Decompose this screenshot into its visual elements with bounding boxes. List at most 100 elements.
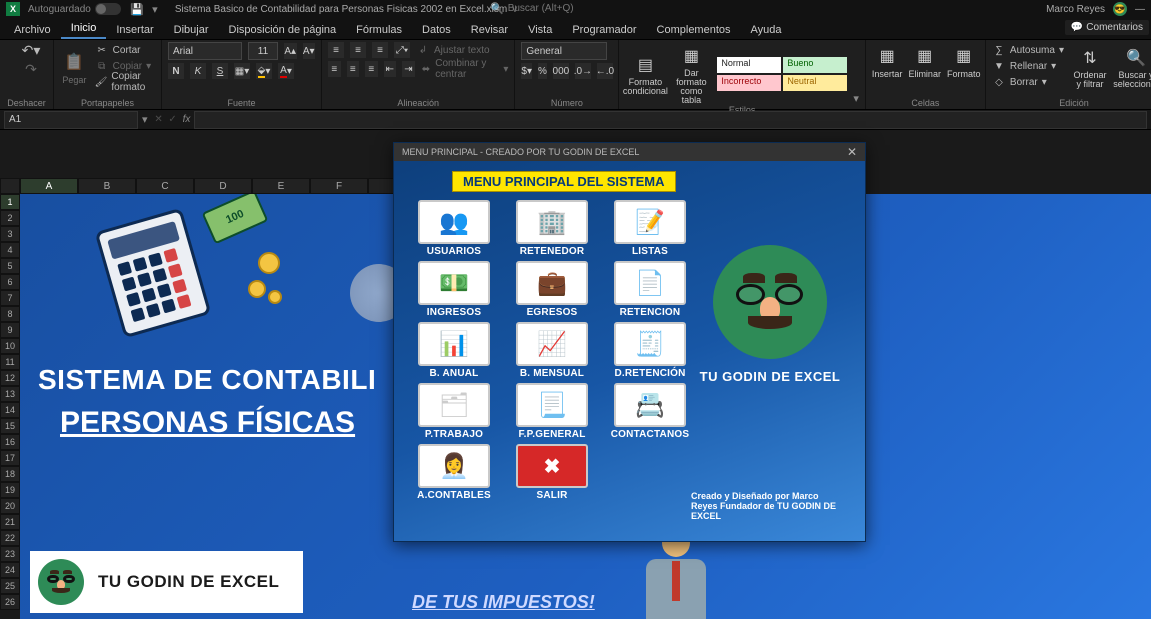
tab-inicio[interactable]: Inicio — [61, 19, 107, 39]
row-header[interactable]: 20 — [0, 498, 20, 514]
format-painter-button[interactable]: 🖌Copiar formato — [95, 74, 155, 90]
tab-insertar[interactable]: Insertar — [106, 21, 163, 39]
row-header[interactable]: 5 — [0, 258, 20, 274]
format-as-table-button[interactable]: ▦Dar formato como tabla — [671, 42, 711, 105]
format-cells-button[interactable]: ▦Formato — [947, 42, 981, 79]
menu-ingresos-button[interactable]: 💵 — [418, 261, 490, 305]
menu-listas-button[interactable]: 📝 — [614, 200, 686, 244]
fill-color-button[interactable]: ⬙▾ — [256, 63, 272, 79]
underline-button[interactable]: S — [212, 63, 228, 79]
decrease-font-icon[interactable]: A▾ — [303, 43, 316, 59]
bold-button[interactable]: N — [168, 63, 184, 79]
switch-icon[interactable] — [95, 3, 121, 15]
italic-button[interactable]: K — [190, 63, 206, 79]
align-top-icon[interactable]: ≡ — [328, 42, 344, 58]
menu-dretencion-button[interactable]: 🧾 — [614, 322, 686, 366]
name-box[interactable] — [4, 111, 138, 129]
row-header[interactable]: 17 — [0, 450, 20, 466]
menu-usuarios-button[interactable]: 👥 — [418, 200, 490, 244]
menu-ptrabajo-button[interactable]: 🗂 — [418, 383, 490, 427]
col-header[interactable]: E — [252, 178, 310, 194]
sort-filter-button[interactable]: ⇅Ordenar y filtrar — [1070, 44, 1110, 89]
formula-bar[interactable] — [194, 111, 1147, 129]
user-avatar-icon[interactable]: 😎 — [1113, 2, 1127, 16]
align-left-icon[interactable]: ≡ — [328, 61, 341, 77]
style-normal[interactable]: Normal — [717, 57, 781, 73]
col-header[interactable]: C — [136, 178, 194, 194]
tab-formulas[interactable]: Fórmulas — [346, 21, 412, 39]
col-header[interactable]: F — [310, 178, 368, 194]
style-incorrecto[interactable]: Incorrecto — [717, 75, 781, 91]
find-select-button[interactable]: 🔍Buscar y seleccionar — [1116, 44, 1151, 89]
row-header[interactable]: 21 — [0, 514, 20, 530]
row-header[interactable]: 26 — [0, 594, 20, 610]
row-header[interactable]: 15 — [0, 418, 20, 434]
tab-ayuda[interactable]: Ayuda — [741, 21, 792, 39]
insert-cells-button[interactable]: ▦Insertar — [872, 42, 903, 79]
col-header[interactable]: B — [78, 178, 136, 194]
menu-salir-button[interactable]: ✖ — [516, 444, 588, 488]
namebox-dropdown-icon[interactable]: ▾ — [138, 113, 152, 126]
col-header[interactable]: D — [194, 178, 252, 194]
dialog-title-bar[interactable]: MENU PRINCIPAL - CREADO POR TU GODIN DE … — [394, 143, 865, 161]
percent-icon[interactable]: % — [538, 63, 547, 79]
row-header[interactable]: 4 — [0, 242, 20, 258]
align-middle-icon[interactable]: ≡ — [350, 42, 366, 58]
row-header[interactable]: 13 — [0, 386, 20, 402]
tab-vista[interactable]: Vista — [518, 21, 562, 39]
tab-complementos[interactable]: Complementos — [647, 21, 741, 39]
increase-font-icon[interactable]: A▴ — [284, 43, 297, 59]
comments-button[interactable]: 💬 Comentarios — [1065, 20, 1149, 35]
currency-icon[interactable]: $▾ — [521, 63, 532, 79]
comma-icon[interactable]: 000 — [553, 63, 569, 79]
orientation-icon[interactable]: ⤢▾ — [394, 42, 410, 58]
row-header[interactable]: 25 — [0, 578, 20, 594]
inc-decimal-icon[interactable]: .0→ — [575, 63, 591, 79]
align-center-icon[interactable]: ≡ — [347, 61, 360, 77]
row-header[interactable]: 9 — [0, 322, 20, 338]
row-header[interactable]: 3 — [0, 226, 20, 242]
align-right-icon[interactable]: ≡ — [365, 61, 378, 77]
cancel-formula-icon[interactable]: ✕ — [152, 114, 166, 125]
row-header[interactable]: 6 — [0, 274, 20, 290]
number-format-select[interactable] — [521, 42, 607, 60]
row-header[interactable]: 24 — [0, 562, 20, 578]
row-header[interactable]: 19 — [0, 482, 20, 498]
row-header[interactable]: 2 — [0, 210, 20, 226]
menu-egresos-button[interactable]: 💼 — [516, 261, 588, 305]
align-bottom-icon[interactable]: ≡ — [372, 42, 388, 58]
indent-inc-icon[interactable]: ⇥ — [402, 61, 415, 77]
autosum-button[interactable]: ∑Autosuma ▾ — [992, 42, 1064, 58]
row-header[interactable]: 7 — [0, 290, 20, 306]
tab-disposicion[interactable]: Disposición de página — [219, 21, 347, 39]
row-header[interactable]: 18 — [0, 466, 20, 482]
cell-styles-gallery[interactable]: Normal Bueno Incorrecto Neutral — [717, 57, 847, 91]
undo-icon[interactable]: ↶▾ — [22, 42, 41, 59]
wrap-text-button[interactable]: ↲Ajustar texto — [416, 42, 490, 58]
indent-dec-icon[interactable]: ⇤ — [384, 61, 397, 77]
accept-formula-icon[interactable]: ✓ — [166, 114, 180, 125]
tab-programador[interactable]: Programador — [562, 21, 646, 39]
merge-center-button[interactable]: ⬌Combinar y centrar ▾ — [421, 61, 509, 77]
autosave-toggle[interactable]: Autoguardado — [28, 3, 121, 15]
fill-button[interactable]: ▼Rellenar ▾ — [992, 58, 1064, 74]
select-all-corner[interactable] — [0, 178, 20, 194]
qat-more-icon[interactable]: ▾ — [149, 3, 161, 15]
menu-retenedor-button[interactable]: 🏢 — [516, 200, 588, 244]
menu-fpgeneral-button[interactable]: 📃 — [516, 383, 588, 427]
row-header[interactable]: 14 — [0, 402, 20, 418]
menu-balance-anual-button[interactable]: 📊 — [418, 322, 490, 366]
window-minimize-icon[interactable]: — — [1135, 4, 1145, 15]
row-header[interactable]: 8 — [0, 306, 20, 322]
redo-icon[interactable]: ↷ — [25, 61, 37, 78]
menu-balance-mensual-button[interactable]: 📈 — [516, 322, 588, 366]
menu-retencion-button[interactable]: 📄 — [614, 261, 686, 305]
col-header[interactable]: A — [20, 178, 78, 194]
copy-button[interactable]: ⧉Copiar ▾ — [95, 58, 155, 74]
menu-contactanos-button[interactable]: 📇 — [614, 383, 686, 427]
dec-decimal-icon[interactable]: ←.0 — [597, 63, 613, 79]
style-neutral[interactable]: Neutral — [783, 75, 847, 91]
tab-revisar[interactable]: Revisar — [461, 21, 518, 39]
font-size-input[interactable] — [248, 42, 278, 60]
row-header[interactable]: 16 — [0, 434, 20, 450]
